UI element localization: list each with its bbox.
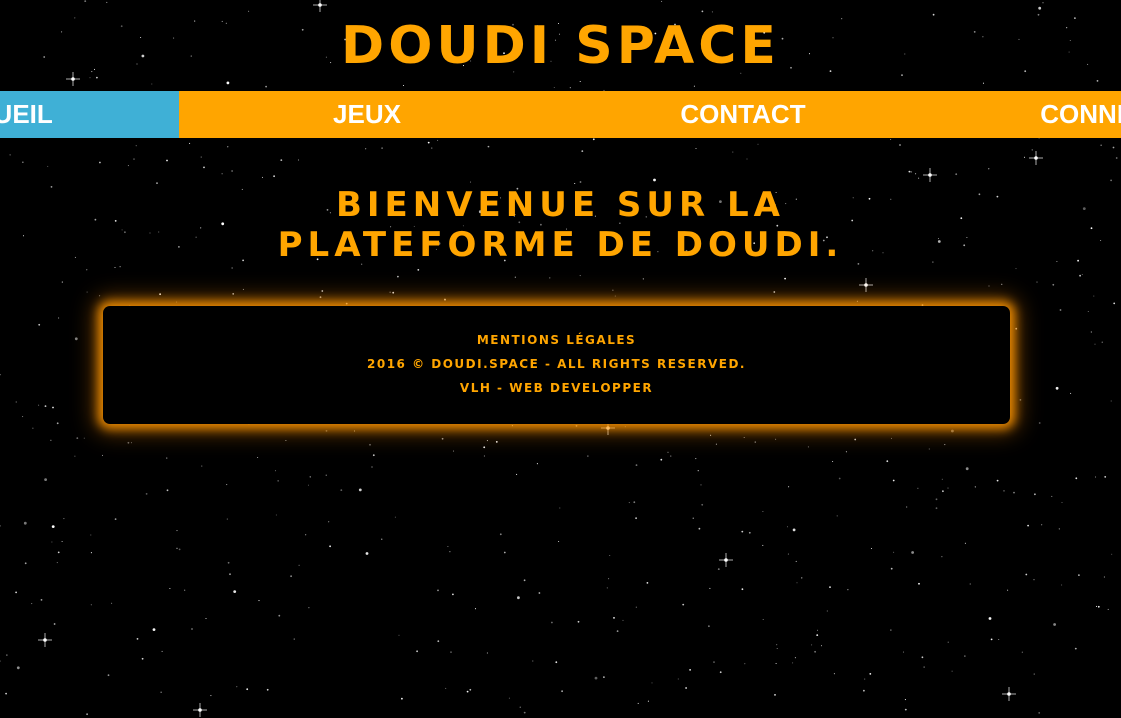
- footer-panel: Mentions légales 2016 © Doudi.space - Al…: [103, 306, 1010, 424]
- welcome-line-2: plateforme de Doudi.: [277, 225, 844, 265]
- credit-text: VLH - Web developper: [459, 381, 654, 395]
- nav-item-contact[interactable]: CONTACT: [555, 91, 931, 138]
- site-title: DOUDI SPACE: [341, 16, 780, 76]
- legal-notice-link[interactable]: Mentions légales: [103, 328, 1010, 352]
- nav-item-home[interactable]: ACCUEIL: [0, 91, 179, 138]
- nav-item-games[interactable]: JEUX: [179, 91, 555, 138]
- welcome-line-1: Bienvenue sur la: [335, 185, 785, 225]
- welcome-heading: Bienvenue sur la plateforme de Doudi.: [140, 185, 981, 265]
- copyright-text: 2016 © Doudi.space - All rights reserved…: [367, 357, 746, 371]
- nav-item-login[interactable]: CONNEXION: [931, 91, 1121, 138]
- main-nav: ACCUEIL JEUX CONTACT CONNEXION: [0, 91, 1121, 138]
